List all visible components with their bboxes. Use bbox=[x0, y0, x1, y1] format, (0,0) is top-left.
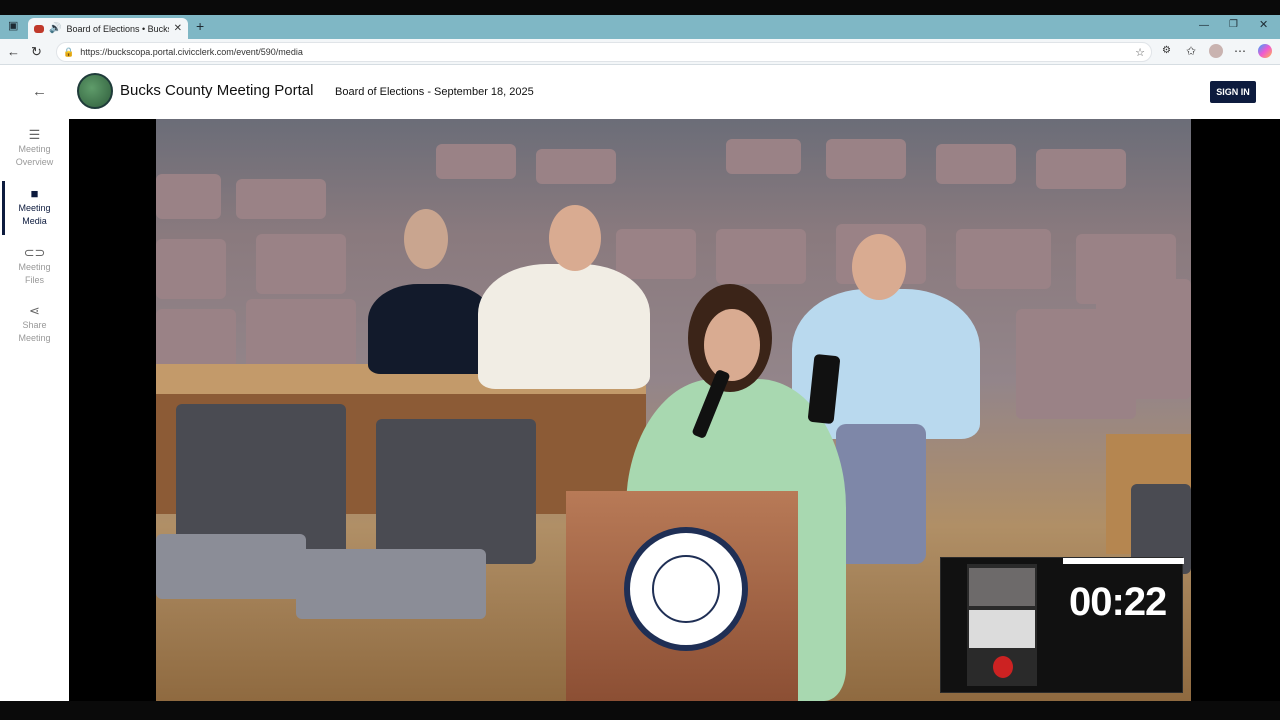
auditorium-seat bbox=[956, 229, 1051, 289]
more-options-icon[interactable]: ⋯ bbox=[1234, 45, 1246, 57]
front-chair-seat bbox=[156, 534, 306, 599]
auditorium-seat bbox=[826, 139, 906, 179]
sidebar-item-label: Media bbox=[22, 216, 47, 226]
sidebar-item-meeting-media[interactable]: ■ Meeting Media bbox=[0, 187, 69, 228]
audience-member-head bbox=[549, 205, 601, 271]
attachment-icon: ⊂⊃ bbox=[23, 245, 46, 260]
sidebar-item-label: Meeting bbox=[18, 203, 51, 213]
auditorium-seat bbox=[256, 234, 346, 294]
sidebar-item-meeting-overview[interactable]: ☰ Meeting Overview bbox=[0, 128, 69, 169]
county-seal bbox=[624, 527, 748, 651]
address-bar[interactable]: 🔒 https://buckscopa.portal.civicclerk.co… bbox=[56, 42, 1152, 62]
front-chair bbox=[376, 419, 536, 564]
copilot-icon[interactable] bbox=[1258, 44, 1272, 58]
portal-title: Bucks County Meeting Portal bbox=[120, 82, 314, 99]
tab-title: Board of Elections • Bucks C bbox=[66, 23, 168, 34]
speaker-icon[interactable]: 🔊 bbox=[49, 23, 61, 34]
close-window-icon[interactable]: ✕ bbox=[1259, 20, 1268, 31]
auditorium-seat bbox=[236, 179, 326, 219]
list-icon: ☰ bbox=[28, 127, 41, 142]
favorite-star-icon[interactable]: ☆ bbox=[1135, 46, 1145, 59]
seal-inner-ring bbox=[652, 555, 720, 623]
auditorium-seat bbox=[436, 144, 516, 179]
meeting-title: Board of Elections - September 18, 2025 bbox=[335, 86, 534, 98]
remote-participants-panel bbox=[967, 564, 1037, 686]
browser-tab-bar: ▣ 🔊 Board of Elections • Bucks C ✕ + — ❐… bbox=[0, 15, 1280, 39]
back-arrow-icon[interactable]: ← bbox=[32, 84, 47, 99]
profile-avatar[interactable] bbox=[1209, 44, 1223, 58]
minimize-icon[interactable]: — bbox=[1199, 21, 1209, 31]
sidebar-item-label: Overview bbox=[15, 157, 54, 167]
participant-avatar bbox=[993, 656, 1013, 678]
auditorium-seat bbox=[1036, 149, 1126, 189]
portal-header: ← Bucks County Meeting Portal Board of E… bbox=[0, 65, 1280, 119]
sidebar-item-label: Share bbox=[22, 320, 47, 330]
url-text: https://buckscopa.portal.civicclerk.com/… bbox=[80, 47, 303, 57]
extension-icon[interactable]: ⚙ bbox=[1162, 46, 1171, 56]
sidebar: ☰ Meeting Overview ■ Meeting Media ⊂⊃ Me… bbox=[0, 119, 69, 701]
auditorium-seat bbox=[726, 139, 801, 174]
timer-top-bar bbox=[1063, 558, 1184, 564]
auditorium-seat bbox=[1096, 279, 1191, 399]
back-icon[interactable]: ← bbox=[7, 45, 20, 58]
address-row: ← ↻ 🔒 https://buckscopa.portal.civiccler… bbox=[0, 39, 1280, 65]
auditorium-seat bbox=[156, 239, 226, 299]
picture-in-picture-overlay: 00:22 bbox=[940, 557, 1184, 693]
video-camera-icon: ■ bbox=[30, 186, 39, 201]
close-tab-icon[interactable]: ✕ bbox=[174, 23, 182, 34]
site-info-icon[interactable]: 🔒 bbox=[63, 47, 74, 58]
browser-tab[interactable]: 🔊 Board of Elections • Bucks C ✕ bbox=[28, 18, 188, 39]
restore-icon[interactable]: ❐ bbox=[1229, 20, 1238, 30]
speaker-timer: 00:22 bbox=[1069, 580, 1167, 624]
participant-tile bbox=[969, 610, 1035, 648]
video-player[interactable]: 00:22 bbox=[69, 119, 1277, 701]
sidebar-item-label: Meeting bbox=[18, 144, 51, 154]
audience-member-legs bbox=[836, 424, 926, 564]
auditorium-seat bbox=[536, 149, 616, 184]
auditorium-seat bbox=[156, 309, 236, 369]
county-logo bbox=[77, 73, 113, 109]
audience-member bbox=[368, 284, 493, 374]
speaker-face bbox=[704, 309, 760, 381]
sidebar-item-label: Files bbox=[24, 275, 44, 285]
refresh-icon[interactable]: ↻ bbox=[31, 45, 42, 58]
screen-top-bar bbox=[0, 0, 1280, 15]
sidebar-item-meeting-files[interactable]: ⊂⊃ Meeting Files bbox=[0, 246, 69, 287]
auditorium-seat bbox=[936, 144, 1016, 184]
screen-bottom-bar bbox=[0, 701, 1280, 720]
new-tab-icon[interactable]: + bbox=[196, 19, 204, 33]
sidebar-item-label: Meeting bbox=[18, 262, 51, 272]
sign-in-button[interactable]: SIGN IN bbox=[1210, 81, 1256, 103]
sidebar-item-label: Meeting bbox=[18, 333, 51, 343]
front-chair-seat bbox=[296, 549, 486, 619]
audience-member-head bbox=[852, 234, 906, 300]
share-icon: ⋖ bbox=[29, 303, 40, 318]
tab-actions-icon[interactable]: ▣ bbox=[8, 21, 18, 32]
auditorium-seat bbox=[616, 229, 696, 279]
participant-tile bbox=[969, 568, 1035, 606]
audience-member-head bbox=[404, 209, 448, 269]
auditorium-seat bbox=[716, 229, 806, 284]
sidebar-item-share-meeting[interactable]: ⋖ Share Meeting bbox=[0, 304, 69, 345]
favorites-icon[interactable]: ✩ bbox=[1186, 45, 1196, 57]
site-favicon-icon bbox=[34, 24, 44, 33]
auditorium-seat bbox=[156, 174, 221, 219]
audience-member bbox=[478, 264, 650, 389]
auditorium-seat bbox=[246, 299, 356, 369]
